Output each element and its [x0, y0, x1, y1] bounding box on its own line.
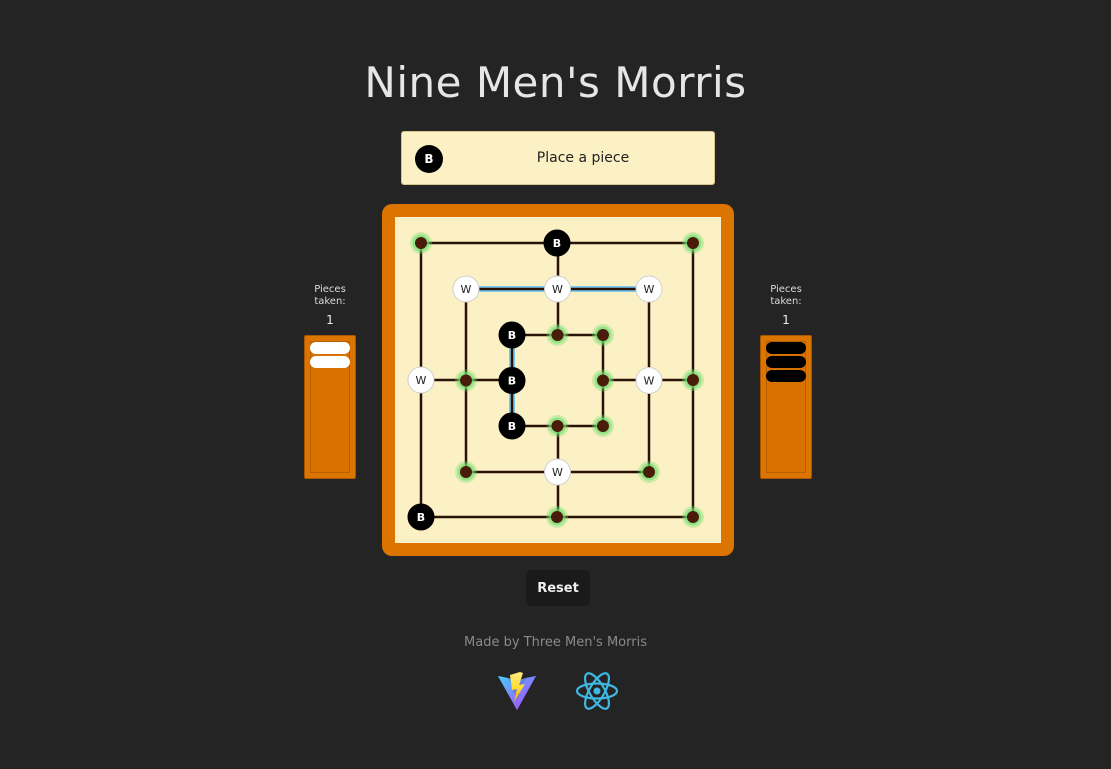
- left-captured-tray: [304, 335, 356, 479]
- white-piece[interactable]: W: [452, 275, 480, 303]
- page-title: Nine Men's Morris: [364, 58, 747, 107]
- piece-label: B: [508, 420, 516, 433]
- black-piece[interactable]: B: [498, 321, 526, 349]
- react-logo-icon[interactable]: [574, 668, 620, 714]
- piece-label: B: [553, 237, 561, 250]
- white-piece[interactable]: W: [635, 275, 663, 303]
- black-piece[interactable]: B: [407, 503, 435, 531]
- right-captured-tray: [760, 335, 812, 479]
- vite-logo-icon[interactable]: [496, 670, 538, 712]
- credit-text: Made by Three Men's Morris: [464, 635, 647, 650]
- piece-label: W: [644, 375, 655, 388]
- empty-point[interactable]: [455, 369, 477, 392]
- left-pieces-taken-label: Pieces taken:: [314, 284, 346, 307]
- captured-white-piece: [310, 342, 350, 354]
- piece-label: B: [417, 511, 425, 524]
- empty-point[interactable]: [410, 232, 432, 254]
- status-bar: B Place a piece: [401, 131, 715, 185]
- piece-label: B: [508, 329, 516, 342]
- piece-label: W: [416, 374, 427, 387]
- white-piece[interactable]: W: [544, 458, 571, 486]
- empty-point[interactable]: [592, 324, 614, 346]
- right-pieces-taken-count: 1: [782, 313, 790, 327]
- captured-white-piece: [310, 356, 350, 368]
- black-piece[interactable]: B: [543, 229, 571, 257]
- captured-black-piece: [766, 356, 806, 368]
- piece-label: B: [508, 375, 516, 388]
- black-piece[interactable]: B: [498, 412, 526, 440]
- captured-black-piece: [766, 342, 806, 354]
- white-piece[interactable]: W: [635, 367, 663, 394]
- status-message: Place a piece: [536, 150, 630, 166]
- empty-point[interactable]: [638, 461, 660, 483]
- board-surface: B B W W W W W W B B B: [395, 217, 721, 543]
- black-piece[interactable]: B: [498, 367, 526, 394]
- reset-button[interactable]: Reset: [526, 570, 590, 606]
- game-board: B B W W W W W W B B B: [382, 204, 734, 556]
- piece-label: W: [552, 283, 563, 296]
- white-piece[interactable]: W: [544, 275, 571, 303]
- right-pieces-taken-label: Pieces taken:: [770, 284, 802, 307]
- piece-label: W: [461, 283, 472, 296]
- left-pieces-taken-count: 1: [326, 313, 334, 327]
- empty-point[interactable]: [682, 369, 704, 391]
- piece-label: W: [552, 466, 563, 479]
- empty-point[interactable]: [546, 324, 569, 346]
- empty-point[interactable]: [592, 369, 614, 392]
- white-piece[interactable]: W: [407, 366, 435, 394]
- empty-point[interactable]: [592, 415, 614, 437]
- current-turn-piece: B: [415, 145, 443, 173]
- piece-label: W: [644, 283, 655, 296]
- board-grid: B B W W W W W W B B B: [407, 229, 704, 531]
- empty-point[interactable]: [682, 232, 704, 254]
- empty-point[interactable]: [455, 461, 477, 483]
- captured-black-piece: [766, 370, 806, 382]
- empty-point[interactable]: [546, 506, 568, 528]
- empty-point[interactable]: [546, 415, 569, 437]
- empty-point[interactable]: [682, 506, 704, 528]
